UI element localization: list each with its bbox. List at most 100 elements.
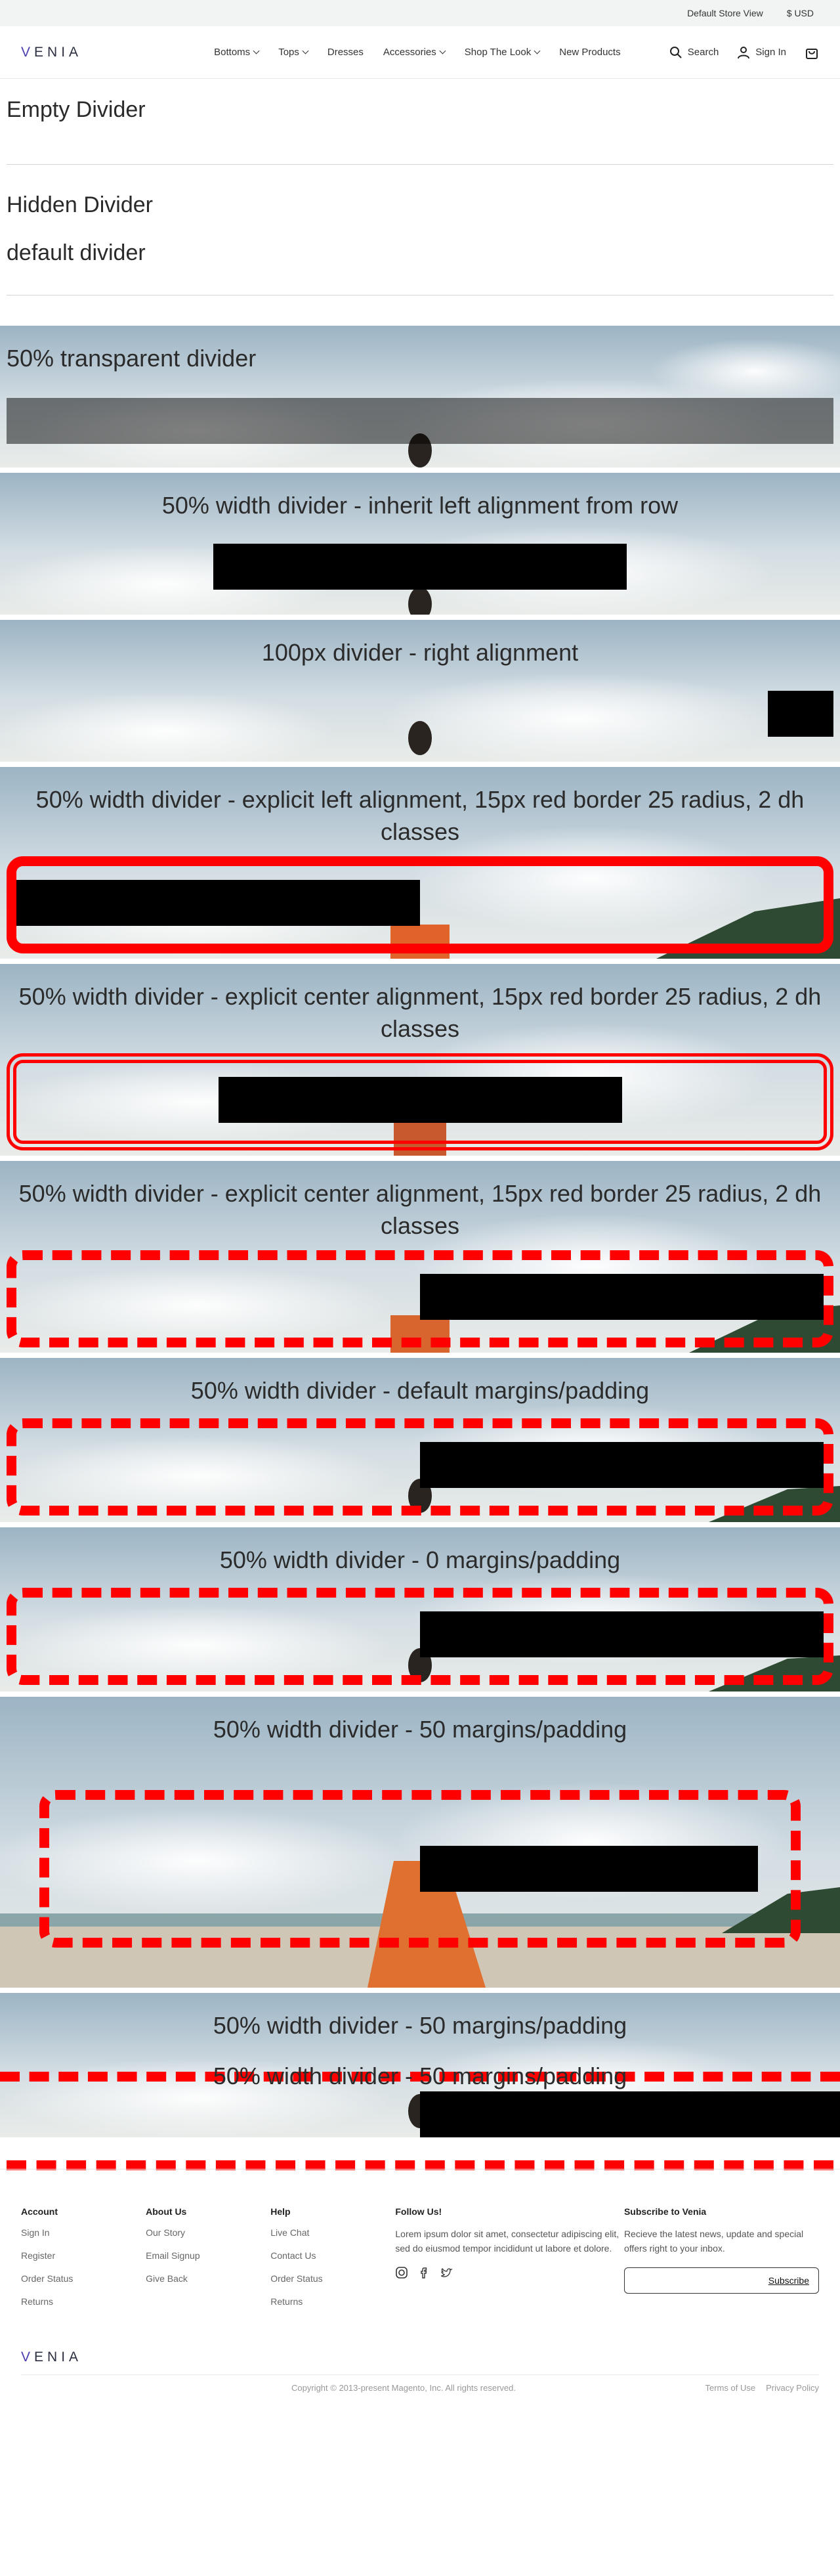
banner-row-50-margins: 50% width divider - 50 margins/padding: [0, 1697, 840, 1988]
banner-row-transparent: 50% transparent divider: [0, 326, 840, 468]
store-view-switcher[interactable]: Default Store View: [687, 8, 763, 18]
footer-heading: Follow Us!: [395, 2206, 442, 2217]
row-content: 50% width divider - 50 margins/padding: [0, 1697, 840, 1746]
nav-dresses[interactable]: Dresses: [327, 47, 364, 58]
main-navigation: Bottoms Tops Dresses Accessories Shop Th…: [165, 47, 669, 58]
nav-shop-the-look[interactable]: Shop The Look: [464, 47, 541, 58]
row-title: 50% width divider - explicit center alig…: [18, 983, 822, 1042]
sign-in-label: Sign In: [755, 47, 786, 58]
footer-link[interactable]: Returns: [21, 2296, 146, 2307]
simple-dividers-section: Empty Divider Hidden Divider default div…: [0, 79, 840, 295]
half-width-divider: [420, 1274, 824, 1320]
footer-link[interactable]: Give Back: [146, 2273, 270, 2284]
row-title: 50% width divider - 0 margins/padding: [219, 1546, 621, 1573]
chevron-down-icon: [439, 47, 446, 55]
row-content: 50% transparent divider: [0, 326, 840, 375]
search-button[interactable]: Search: [669, 46, 719, 59]
half-width-divider: [16, 880, 420, 926]
footer-link[interactable]: Returns: [270, 2296, 395, 2307]
footer-heading: Account: [21, 2206, 58, 2217]
chevron-down-icon: [534, 47, 541, 55]
subscribe-text: Recieve the latest news, update and spec…: [623, 2229, 804, 2254]
nav-label: Accessories: [383, 47, 436, 58]
cart-icon: [806, 48, 818, 59]
row-content: 50% width divider - inherit left alignme…: [0, 473, 840, 522]
footer-column-account: Account Sign In Register Order Status Re…: [21, 2206, 146, 2319]
footer-bottom-bar: Copyright © 2013-present Magento, Inc. A…: [21, 2375, 819, 2393]
row-content: 50% width divider - explicit left alignm…: [0, 767, 840, 848]
empty-divider-heading: Empty Divider: [7, 97, 146, 122]
top-utility-bar: Default Store View $ USD: [0, 0, 840, 26]
nav-bottoms[interactable]: Bottoms: [214, 47, 260, 58]
row-content: 50% width divider - explicit center alig…: [0, 1161, 840, 1242]
privacy-link[interactable]: Privacy Policy: [766, 2383, 819, 2393]
currency-label: $ USD: [786, 8, 814, 18]
footer-heading: About Us: [146, 2206, 187, 2217]
footer-logo[interactable]: VENIA: [21, 2349, 819, 2375]
default-divider-heading: default divider: [7, 240, 146, 265]
nav-label: Bottoms: [214, 47, 251, 58]
footer-link[interactable]: Order Status: [21, 2273, 146, 2284]
half-width-divider: [219, 1077, 622, 1123]
nav-label: Shop The Look: [464, 47, 532, 58]
row-title: 50% width divider - inherit left alignme…: [161, 492, 679, 519]
row-title: 50% width divider - explicit left alignm…: [35, 786, 805, 845]
hidden-divider-heading: Hidden Divider: [7, 192, 153, 217]
half-width-divider: [420, 1442, 824, 1488]
instagram-icon[interactable]: [395, 2266, 408, 2279]
nav-label: New Products: [559, 47, 621, 58]
row-title: 100px divider - right alignment: [261, 639, 579, 666]
row-content: 50% width divider - default margins/padd…: [0, 1358, 840, 1407]
cart-button[interactable]: [805, 45, 819, 60]
facebook-icon[interactable]: [417, 2266, 430, 2279]
transparent-divider: [7, 398, 833, 444]
banner-row-inherit-left: 50% width divider - inherit left alignme…: [0, 473, 840, 615]
twitter-icon[interactable]: [440, 2266, 453, 2279]
row-title: 50% width divider - 50 margins/padding: [213, 1716, 627, 1743]
footer-heading: Help: [270, 2206, 291, 2217]
nav-tops[interactable]: Tops: [278, 47, 309, 58]
row-content: 50% width divider - 0 margins/padding: [0, 1527, 840, 1577]
sign-in-button[interactable]: Sign In: [737, 46, 786, 59]
half-width-divider: [213, 544, 627, 590]
footer-link[interactable]: Live Chat: [270, 2227, 395, 2238]
footer-column-help: Help Live Chat Contact Us Order Status R…: [270, 2206, 395, 2319]
footer-link[interactable]: Contact Us: [270, 2250, 395, 2261]
currency-switcher[interactable]: $ USD: [787, 8, 814, 18]
row-content: 50% width divider - explicit center alig…: [0, 964, 840, 1045]
chevron-down-icon: [253, 47, 260, 55]
banner-row-explicit-center-dashed: 50% width divider - explicit center alig…: [0, 1161, 840, 1353]
footer-follow-us: Follow Us! Lorem ipsum dolor sit amet, c…: [395, 2206, 624, 2319]
nav-accessories[interactable]: Accessories: [383, 47, 446, 58]
social-links: [395, 2266, 624, 2279]
row-title: 50% width divider - 50 margins/padding: [213, 2012, 627, 2039]
legal-links: Terms of Use Privacy Policy: [705, 2383, 820, 2393]
row-title: 50% width divider - default margins/padd…: [190, 1377, 650, 1404]
nav-new-products[interactable]: New Products: [559, 47, 620, 58]
footer-link[interactable]: Register: [21, 2250, 146, 2261]
search-icon: [669, 46, 682, 58]
banner-row-100px-right: 100px divider - right alignment: [0, 620, 840, 762]
site-footer: Account Sign In Register Order Status Re…: [0, 2169, 840, 2570]
footer-link[interactable]: Our Story: [146, 2227, 270, 2238]
half-width-divider: [420, 1846, 758, 1892]
venia-logo[interactable]: VENIA: [21, 45, 165, 60]
footer-link[interactable]: Email Signup: [146, 2250, 270, 2261]
100px-divider: [768, 691, 833, 737]
nav-label: Tops: [278, 47, 299, 58]
subscribe-field[interactable]: Subscribe: [623, 2267, 819, 2294]
banner-row-50-margins-overflow: 50% width divider - 50 margins/padding 5…: [0, 1993, 840, 2170]
terms-link[interactable]: Terms of Use: [705, 2383, 756, 2393]
footer-link[interactable]: Sign In: [21, 2227, 146, 2238]
banner-row-explicit-left: 50% width divider - explicit left alignm…: [0, 767, 840, 959]
header-actions: Search Sign In: [669, 45, 819, 60]
footer-heading: Subscribe to Venia: [623, 2206, 707, 2217]
banner-row-zero-margins: 50% width divider - 0 margins/padding: [0, 1527, 840, 1692]
nav-label: Dresses: [327, 47, 364, 58]
footer-link[interactable]: Order Status: [270, 2273, 395, 2284]
empty-divider-line: [7, 164, 833, 165]
chevron-down-icon: [302, 47, 309, 55]
subscribe-button[interactable]: Subscribe: [768, 2275, 809, 2286]
copyright-text: Copyright © 2013-present Magento, Inc. A…: [291, 2383, 516, 2393]
follow-text: Lorem ipsum dolor sit amet, consectetur …: [395, 2229, 620, 2254]
